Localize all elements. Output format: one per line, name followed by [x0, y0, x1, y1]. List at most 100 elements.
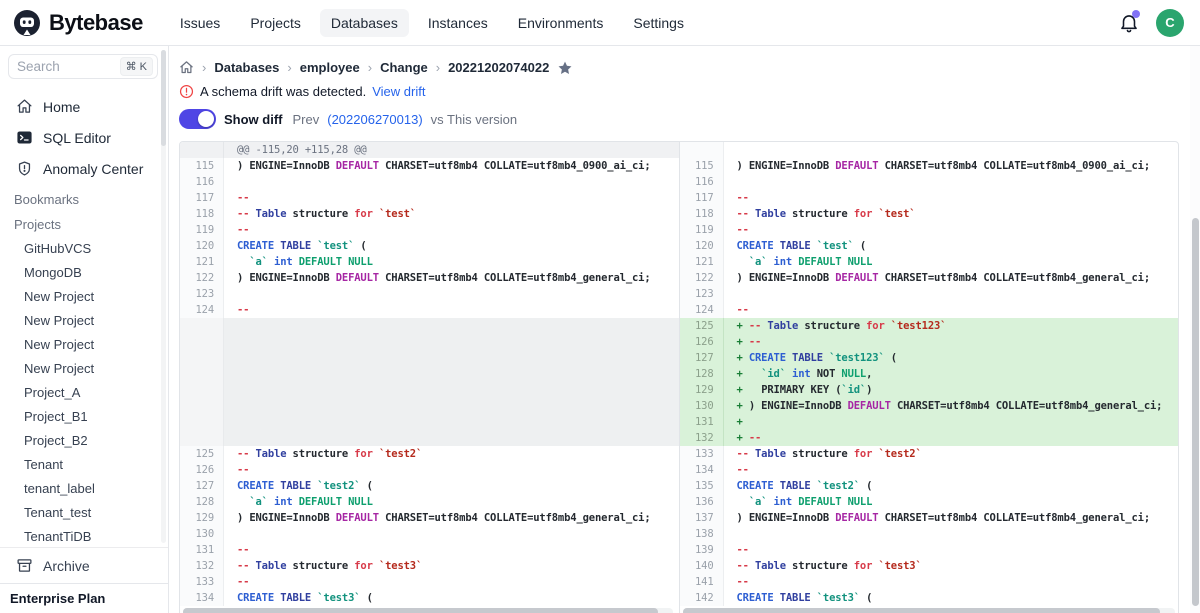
nav-item-projects[interactable]: Projects	[239, 9, 312, 37]
sidebar-project-tenant[interactable]: Tenant	[0, 452, 168, 476]
breadcrumb-item[interactable]: employee	[300, 60, 360, 75]
code-line	[224, 334, 679, 350]
diff-code-row: 121 `a` int DEFAULT NULL	[180, 254, 679, 270]
sidebar-project-new-project[interactable]: New Project	[0, 356, 168, 380]
line-number	[180, 318, 224, 334]
line-number: 124	[680, 302, 724, 318]
diff-code-row: 134--	[680, 462, 1179, 478]
diff-code-row: 123	[680, 286, 1179, 302]
avatar[interactable]: C	[1156, 9, 1184, 37]
diff-filler-row	[180, 350, 679, 366]
line-number: 121	[680, 254, 724, 270]
code-line: ) ENGINE=InnoDB DEFAULT CHARSET=utf8mb4 …	[224, 158, 679, 174]
code-line: ) ENGINE=InnoDB DEFAULT CHARSET=utf8mb4 …	[224, 510, 679, 526]
logo-text: Bytebase	[49, 10, 143, 36]
diff-code-row: 116	[680, 174, 1179, 190]
line-number: 118	[680, 206, 724, 222]
line-number: 142	[680, 590, 724, 606]
nav-item-issues[interactable]: Issues	[169, 9, 231, 37]
line-number: 122	[680, 270, 724, 286]
diff-code-row: 139--	[680, 542, 1179, 558]
diff-filler-row	[180, 366, 679, 382]
search-input[interactable]: Search ⌘ K	[8, 54, 158, 79]
home-breadcrumb-icon[interactable]	[179, 60, 194, 75]
diff-code-row: 127CREATE TABLE `test2` (	[180, 478, 679, 494]
diff-filler-row	[180, 382, 679, 398]
code-line: ) ENGINE=InnoDB DEFAULT CHARSET=utf8mb4 …	[724, 270, 1179, 286]
show-diff-toggle[interactable]	[179, 109, 216, 129]
code-line: + `id` int NOT NULL,	[724, 366, 1179, 382]
line-number	[180, 398, 224, 414]
notifications-bell-icon[interactable]	[1118, 12, 1140, 34]
star-icon[interactable]	[557, 58, 573, 76]
app-window: Bytebase Issues Projects Databases Instance…	[0, 0, 1200, 613]
diff-code-row: 141--	[680, 574, 1179, 590]
sidebar-scrollbar[interactable]	[161, 50, 166, 543]
diff-code-row: 121 `a` int DEFAULT NULL	[680, 254, 1179, 270]
diff-code-row: 117--	[680, 190, 1179, 206]
sidebar-project-project_b1[interactable]: Project_B1	[0, 404, 168, 428]
drift-alert: A schema drift was detected. View drift	[179, 83, 1200, 99]
nav-item-databases[interactable]: Databases	[320, 9, 409, 37]
code-line	[724, 142, 1179, 158]
nav-item-settings[interactable]: Settings	[622, 9, 695, 37]
diff-code-row: 125-- Table structure for `test2`	[180, 446, 679, 462]
sidebar-project-new-project[interactable]: New Project	[0, 308, 168, 332]
breadcrumb-item[interactable]: Change	[380, 60, 428, 75]
line-number: 121	[180, 254, 224, 270]
nav-item-instances[interactable]: Instances	[417, 9, 499, 37]
code-line: + PRIMARY KEY (`id`)	[724, 382, 1179, 398]
diff-right-hscrollbar[interactable]	[683, 608, 1175, 613]
code-line	[224, 286, 679, 302]
code-line: `a` int DEFAULT NULL	[724, 254, 1179, 270]
vs-this-version-label: vs This version	[431, 112, 517, 127]
line-number: 140	[680, 558, 724, 574]
sidebar-project-mongodb[interactable]: MongoDB	[0, 260, 168, 284]
sidebar-item-archive[interactable]: Archive	[0, 547, 168, 583]
sidebar-project-new-project[interactable]: New Project	[0, 284, 168, 308]
sidebar-project-tenant_test[interactable]: Tenant_test	[0, 500, 168, 524]
sidebar-item-sql-editor[interactable]: SQL Editor	[0, 124, 168, 151]
code-line: ) ENGINE=InnoDB DEFAULT CHARSET=utf8mb4 …	[724, 158, 1179, 174]
sidebar-project-tenanttidb[interactable]: TenantTiDB	[0, 524, 168, 547]
code-line	[224, 430, 679, 446]
view-drift-link[interactable]: View drift	[372, 84, 425, 99]
breadcrumb-item[interactable]: 20221202074022	[448, 60, 549, 75]
sidebar-project-project_a[interactable]: Project_A	[0, 380, 168, 404]
diff-left-hscrollbar[interactable]	[183, 608, 673, 613]
sidebar-project-tenant_label[interactable]: tenant_label	[0, 476, 168, 500]
line-number: 130	[180, 526, 224, 542]
sidebar-project-new-project[interactable]: New Project	[0, 332, 168, 356]
page-scrollbar[interactable]	[1190, 46, 1200, 613]
code-line: `a` int DEFAULT NULL	[224, 494, 679, 510]
sidebar-item-label: Anomaly Center	[43, 161, 143, 177]
diff-hunk-header: @@ -115,20 +115,28 @@	[180, 142, 679, 158]
sidebar-item-home[interactable]: Home	[0, 93, 168, 120]
diff-code-row: 142CREATE TABLE `test3` (	[680, 590, 1179, 606]
code-line: `a` int DEFAULT NULL	[724, 494, 1179, 510]
diff-code-row: 118-- Table structure for `test`	[680, 206, 1179, 222]
bytebase-logo-icon	[12, 8, 42, 38]
code-line: +	[724, 414, 1179, 430]
diff-added-row: 132+ --	[680, 430, 1179, 446]
plan-badge: Enterprise Plan	[0, 583, 168, 613]
bytebase-logo[interactable]: Bytebase	[12, 8, 143, 38]
code-line: + -- Table structure for `test123`	[724, 318, 1179, 334]
line-number: 126	[180, 462, 224, 478]
prev-version-link[interactable]: (202206270013)	[327, 112, 422, 127]
line-number: 124	[180, 302, 224, 318]
sidebar-item-anomaly-center[interactable]: Anomaly Center	[0, 155, 168, 182]
sidebar-project-githubvcs[interactable]: GitHubVCS	[0, 236, 168, 260]
diff-code-row: 126--	[180, 462, 679, 478]
sidebar-project-project_b2[interactable]: Project_B2	[0, 428, 168, 452]
code-line	[224, 366, 679, 382]
show-diff-label: Show diff	[224, 112, 283, 127]
breadcrumb-item[interactable]: Databases	[214, 60, 279, 75]
nav-item-environments[interactable]: Environments	[507, 9, 615, 37]
line-number: 120	[180, 238, 224, 254]
code-line: -- Table structure for `test`	[724, 206, 1179, 222]
line-number: 128	[180, 494, 224, 510]
code-line: --	[724, 302, 1179, 318]
diff-added-row: 125+ -- Table structure for `test123`	[680, 318, 1179, 334]
main-nav: Issues Projects Databases Instances Environm…	[169, 9, 1118, 37]
